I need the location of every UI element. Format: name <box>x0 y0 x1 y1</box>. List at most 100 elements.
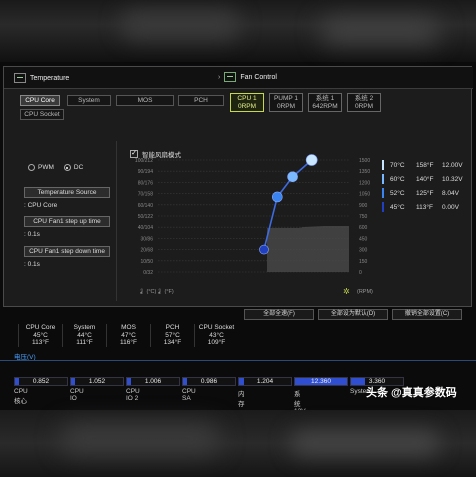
sensor-tab-system[interactable]: System <box>67 95 111 106</box>
dc-label: DC <box>73 164 84 172</box>
voltage-divider <box>0 360 476 361</box>
legend-c: 52°C <box>390 189 405 197</box>
readout-f: 111°F <box>76 339 93 346</box>
voltage-value: 1.006 <box>144 378 162 385</box>
background-blur-bottom <box>0 410 476 477</box>
sensor-tab-pch[interactable]: PCH <box>178 95 224 106</box>
legend-c: 60°C <box>390 175 405 183</box>
temperature-source-value: : CPU Core <box>24 202 58 209</box>
fan-button-sys2[interactable]: 系统 2 0RPM <box>347 93 381 112</box>
temperature-readout: CPU Socket 43°C 109°F <box>194 324 238 347</box>
readout-name: CPU Core <box>25 324 56 331</box>
readout-f: 116°F <box>120 339 137 346</box>
sensor-tab-cpu-socket[interactable]: CPU Socket <box>20 109 64 120</box>
pwm-label: PWM <box>38 164 54 172</box>
fan-button-sys1[interactable]: 系统 1 642RPM <box>308 93 342 112</box>
cancel-all-button[interactable]: 撤销全部设置(C) <box>392 309 462 320</box>
y-tick-right: 1350 <box>359 169 370 175</box>
y-tick-right: 150 <box>359 259 368 265</box>
readout-f: 109°F <box>207 339 226 346</box>
rpm-history-area <box>267 226 349 272</box>
fan-control-title: Fan Control <box>240 73 277 81</box>
temperature-readout: MOS 47°C 116°F <box>106 324 150 347</box>
sensor-tab-mos[interactable]: MOS <box>116 95 174 106</box>
curve-point <box>305 154 318 166</box>
readout-c: 43°C <box>209 331 224 339</box>
temperature-readout: System 44°C 111°F <box>62 324 106 347</box>
y-tick-right: 300 <box>359 248 368 254</box>
all-full-speed-button[interactable]: 全部全速(F) <box>244 309 314 320</box>
voltage-bar: 1.052 <box>70 377 124 386</box>
mode-radio-group: PWM DC <box>28 164 83 171</box>
legend-f: 158°F <box>416 161 434 169</box>
readout-c: 57°C <box>165 331 180 339</box>
readout-name: PCH <box>165 324 180 331</box>
step-down-time-button[interactable]: CPU Fan1 step down time <box>24 246 110 257</box>
legend-row: 60°C 140°F 10.32V <box>382 173 470 185</box>
y-tick-right: 1500 <box>359 158 370 164</box>
fan-button-pump1[interactable]: PUMP 1 0RPM <box>269 93 303 112</box>
x-axis-label-f: 🌡 (°F) <box>156 288 174 295</box>
fan-rpm: 0RPM <box>276 103 296 110</box>
voltage-value: 12.360 <box>311 378 331 385</box>
y-tick-left: 30/86 <box>140 236 153 242</box>
fan-control-header: › Fan Control <box>218 72 277 82</box>
voltage-value: 0.986 <box>200 378 218 385</box>
voltage-bar: 1.006 <box>126 377 180 386</box>
readout-name: CPU Socket <box>198 324 235 331</box>
legend-f: 113°F <box>416 203 433 211</box>
voltage-label: 内存 <box>238 391 245 408</box>
temperature-source-button[interactable]: Temperature Source <box>24 187 110 198</box>
fan-control-icon <box>224 72 237 82</box>
y-axis-label-right: (RPM) <box>357 289 373 295</box>
readout-c: 44°C <box>77 331 92 339</box>
dc-option[interactable]: DC <box>63 164 84 172</box>
sensor-tab-cpu-core[interactable]: CPU Core <box>20 95 60 106</box>
readout-c: 45°C <box>33 331 48 339</box>
step-up-time-button[interactable]: CPU Fan1 step up time <box>24 216 110 227</box>
voltage-bar: 0.852 <box>14 377 68 386</box>
voltage-label: CPU SA <box>182 388 196 402</box>
background-blur-top <box>0 0 476 62</box>
y-tick-left: 70/158 <box>138 192 154 198</box>
y-tick-right: 1200 <box>359 180 370 186</box>
pwm-option[interactable]: PWM <box>28 164 54 171</box>
y-tick-left: 10/50 <box>140 259 153 265</box>
set-default-button[interactable]: 全部设为默认(D) <box>318 309 388 320</box>
pwm-radio[interactable] <box>28 164 35 171</box>
fan-control-panel: Temperature › Fan Control CPU Core Syste… <box>3 66 473 307</box>
voltage-value: 0.852 <box>32 378 50 385</box>
legend-swatch <box>382 188 384 198</box>
step-up-time-value: : 0.1s <box>24 231 40 238</box>
legend-swatch <box>382 174 384 184</box>
fan-rpm: 0RPM <box>354 103 374 110</box>
y-tick-right: 0 <box>359 270 362 276</box>
curve-point <box>259 244 269 255</box>
temperature-title: Temperature <box>30 74 70 82</box>
y-tick-left: 60/140 <box>138 203 154 209</box>
y-tick-left: 0/32 <box>143 270 153 276</box>
fan-button-cpu1[interactable]: CPU 1 0RPM <box>230 93 264 112</box>
legend-v: 12.00V <box>442 161 463 169</box>
legend-row: 52°C 125°F 8.04V <box>382 187 470 199</box>
legend-v: 0.00V <box>442 203 459 211</box>
legend-row: 70°C 158°F 12.00V <box>382 159 470 171</box>
legend-swatch <box>382 202 384 212</box>
y-tick-left: 80/176 <box>138 180 154 186</box>
y-tick-left: 50/122 <box>138 214 154 220</box>
panel-divider <box>116 141 117 301</box>
fan-rpm: 642RPM <box>312 103 338 110</box>
fan-curve-chart[interactable]: 100/212 150090/194 135080/176 120070/158 105… <box>124 144 374 302</box>
dc-radio[interactable] <box>63 164 71 171</box>
fan-name: 系统 2 <box>354 95 374 102</box>
temperature-readout: PCH 57°C 134°F <box>150 324 194 347</box>
voltage-value: 1.204 <box>256 378 274 385</box>
watermark: 头条 @真真参数码 <box>366 387 457 399</box>
legend-c: 70°C <box>390 161 405 169</box>
voltage-label: CPU核心 <box>14 388 28 405</box>
temperature-readout: CPU Core 45°C 113°F <box>18 324 62 347</box>
y-tick-left: 100/212 <box>135 158 153 164</box>
fan-rpm: 0RPM <box>237 103 257 110</box>
y-tick-left: 90/194 <box>138 169 154 175</box>
readout-f: 134°F <box>163 339 182 346</box>
